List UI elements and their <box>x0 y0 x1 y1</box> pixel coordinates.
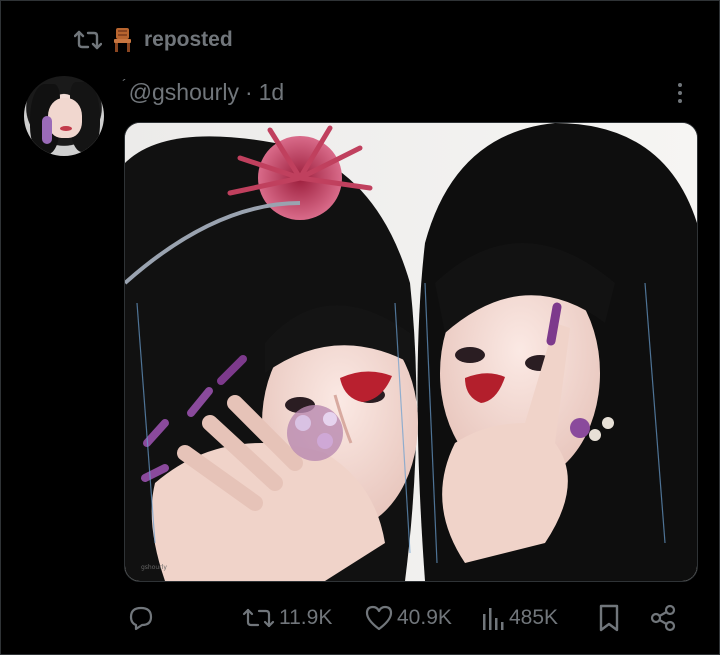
bookmark-button[interactable] <box>596 598 622 638</box>
more-options-button[interactable] <box>668 78 692 108</box>
bookmark-icon <box>596 603 622 633</box>
views-count: 485K <box>509 606 559 629</box>
reply-icon <box>126 603 156 633</box>
repost-icon <box>74 28 102 52</box>
user-handle[interactable]: @gshourly <box>129 79 239 106</box>
repost-button[interactable]: 11.9K <box>242 598 332 638</box>
media-watermark: gshourly <box>141 564 167 571</box>
more-icon <box>678 83 682 87</box>
repost-icon <box>242 605 276 631</box>
action-bar: 11.9K 40.9K 485K <box>124 598 696 638</box>
chair-icon <box>112 27 134 53</box>
share-icon <box>648 603 678 633</box>
post-header: ´ @gshourly · 1d <box>122 76 284 108</box>
post-image[interactable]: gshourly <box>124 122 698 582</box>
handle-prefix: ´ <box>122 76 127 92</box>
repost-count: 11.9K <box>279 606 333 629</box>
avatar[interactable] <box>24 76 104 156</box>
post-time[interactable]: 1d <box>259 79 285 106</box>
like-count: 40.9K <box>397 606 452 629</box>
repost-context[interactable]: reposted <box>74 24 233 56</box>
like-button[interactable]: 40.9K <box>364 598 452 638</box>
reply-button[interactable] <box>126 598 159 638</box>
share-button[interactable] <box>648 598 678 638</box>
views-icon <box>480 604 506 632</box>
separator: · <box>244 78 253 105</box>
heart-icon <box>364 604 394 632</box>
views-button[interactable]: 485K <box>480 598 558 638</box>
repost-label: reposted <box>144 28 233 51</box>
